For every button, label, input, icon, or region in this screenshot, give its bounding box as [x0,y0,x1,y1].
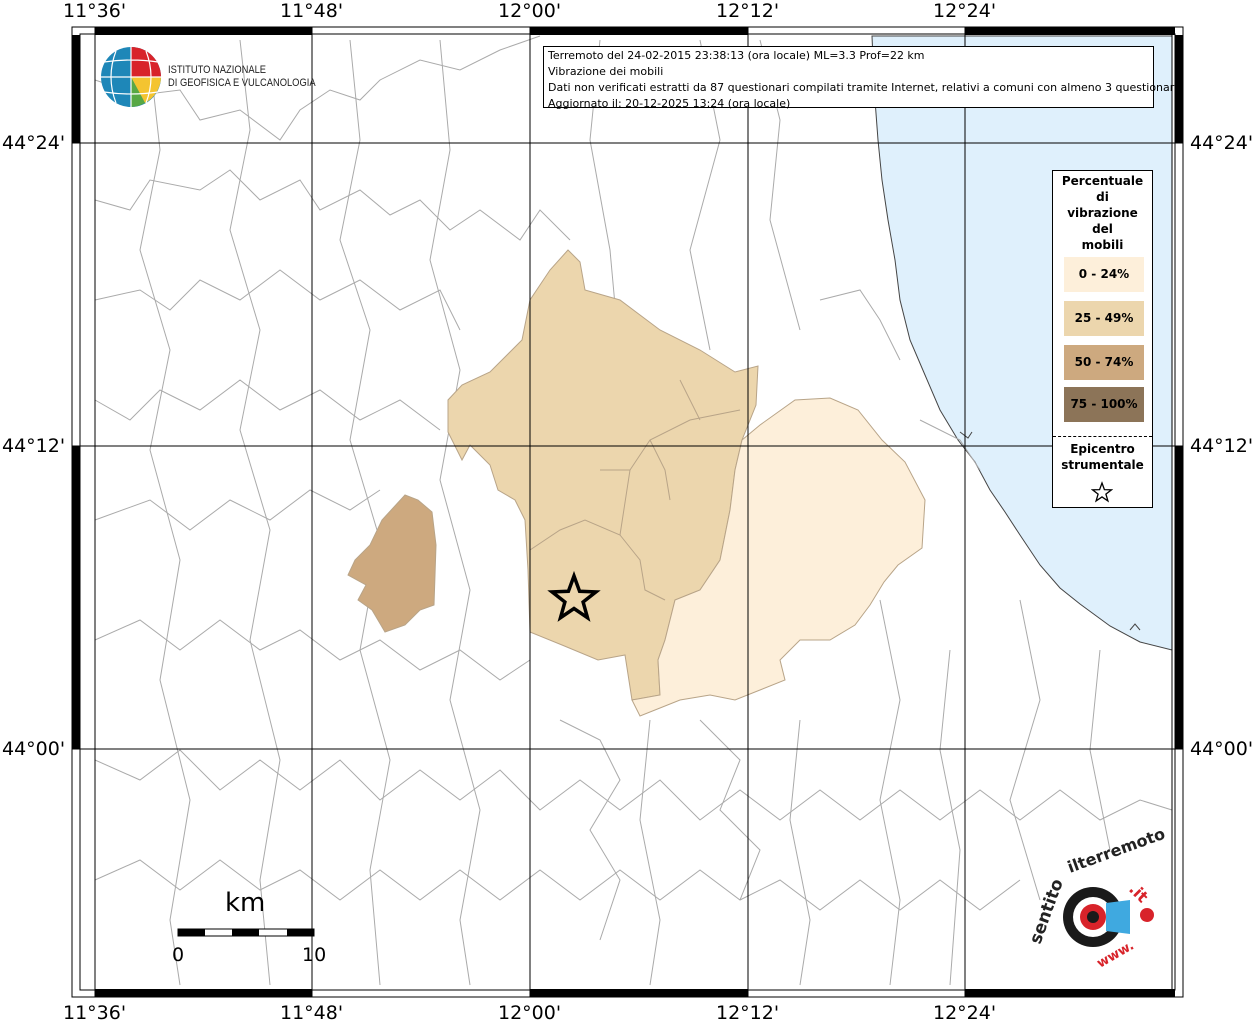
lat-label-left-2: 44°12' [2,435,66,457]
intensity-map: sentito ilterremoto .it www. [71,26,1184,998]
legend-class-25-49: 25 - 49% [1064,301,1144,336]
lat-label-right-2: 44°12' [1190,435,1254,457]
scale-max: 10 [302,944,327,966]
lon-label-5: 12°24' [933,0,997,22]
info-data-note: Dati non verificati estratti da 87 quest… [548,81,1181,94]
lon-label-bottom-3: 12°00' [498,1002,562,1024]
scale-bar [177,928,315,937]
legend: Percentuale di vibrazione del mobili 0 -… [1052,170,1153,508]
logo-line-1: ISTITUTO NAZIONALE [168,64,267,76]
lat-label-right-3: 44°00' [1190,738,1254,760]
legend-divider [1053,436,1152,437]
lat-label-right-1: 44°24' [1190,132,1254,154]
lon-label-2: 11°48' [280,0,344,22]
lon-label-bottom-5: 12°24' [933,1002,997,1024]
lon-label-1: 11°36' [63,0,127,22]
info-updated: Aggiornato il: 20-12-2025 13:24 (ora loc… [548,97,791,110]
lon-label-bottom-2: 11°48' [280,1002,344,1024]
legend-class-75-100: 75 - 100% [1064,387,1144,422]
legend-epicenter-label: Epicentro strumentale [1061,442,1144,472]
logo-line-2: DI GEOFISICA E VULCANOLOGIA [168,77,316,89]
info-parameter: Vibrazione dei mobili [548,65,664,78]
lat-label-left-1: 44°24' [2,132,66,154]
lat-label-left-3: 44°00' [2,738,66,760]
ingv-logo-text: ISTITUTO NAZIONALE DI GEOFISICA E VULCAN… [168,64,316,90]
lon-label-3: 12°00' [498,0,562,22]
scale-min: 0 [172,944,185,966]
star-icon [1091,481,1113,503]
legend-class-50-74: 50 - 74% [1064,345,1144,380]
lon-label-bottom-4: 12°12' [716,1002,780,1024]
info-box: Terremoto del 24-02-2015 23:38:13 (ora l… [543,46,1181,110]
legend-class-0-24: 0 - 24% [1064,257,1144,292]
lon-label-bottom-1: 11°36' [63,1002,127,1024]
legend-title: Percentuale di vibrazione del mobili [1061,174,1144,252]
info-event: Terremoto del 24-02-2015 23:38:13 (ora l… [548,49,925,62]
ingv-globe-icon [101,47,161,107]
scale-unit: km [225,888,266,918]
lon-label-4: 12°12' [716,0,780,22]
